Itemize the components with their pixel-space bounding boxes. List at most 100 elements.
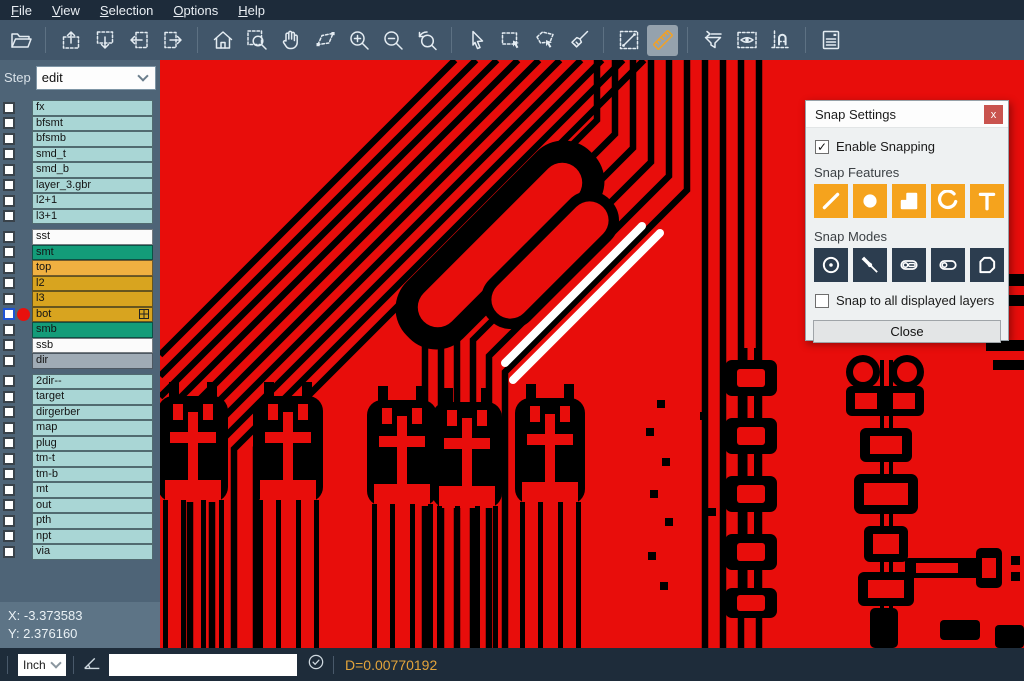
layer-row-out[interactable]: out bbox=[0, 498, 160, 514]
layer-name[interactable]: layer_3.gbr bbox=[32, 178, 153, 194]
layer-visibility-checkbox[interactable] bbox=[3, 262, 15, 274]
layer-name[interactable]: l3+1 bbox=[32, 209, 153, 225]
layer-name[interactable]: smd_t bbox=[32, 147, 153, 163]
snap-feature-circle-button[interactable] bbox=[853, 184, 887, 218]
layer-visibility-checkbox[interactable] bbox=[3, 195, 15, 207]
layer-visibility-checkbox[interactable] bbox=[3, 499, 15, 511]
menu-help[interactable]: Help bbox=[235, 3, 268, 18]
layer-visibility-checkbox[interactable] bbox=[3, 246, 15, 258]
layer-row-l2[interactable]: l2 bbox=[0, 276, 160, 292]
select-polygon-button[interactable] bbox=[529, 25, 560, 56]
layer-row-l2+1[interactable]: l2+1 bbox=[0, 193, 160, 209]
layer-visibility-checkbox[interactable] bbox=[3, 355, 15, 367]
layer-visibility-checkbox[interactable] bbox=[3, 546, 15, 558]
layer-name[interactable]: map bbox=[32, 420, 153, 436]
snap-tool-button[interactable] bbox=[765, 25, 796, 56]
zoom-in-button[interactable] bbox=[343, 25, 374, 56]
layer-visibility-checkbox[interactable] bbox=[3, 530, 15, 542]
layer-row-dir[interactable]: dir bbox=[0, 353, 160, 369]
layer-visibility-checkbox[interactable] bbox=[3, 484, 15, 496]
layer-row-sst[interactable]: sst bbox=[0, 229, 160, 245]
layer-row-l3[interactable]: l3 bbox=[0, 291, 160, 307]
report-list-button[interactable] bbox=[815, 25, 846, 56]
step-select[interactable]: edit bbox=[36, 66, 156, 90]
view-options-button[interactable] bbox=[731, 25, 762, 56]
layer-row-l3+1[interactable]: l3+1 bbox=[0, 209, 160, 225]
zoom-out-button[interactable] bbox=[377, 25, 408, 56]
menu-options[interactable]: Options bbox=[170, 3, 221, 18]
measure-ruler-button[interactable] bbox=[647, 25, 678, 56]
layer-row-layer_3.gbr[interactable]: layer_3.gbr bbox=[0, 178, 160, 194]
layer-visibility-checkbox[interactable] bbox=[3, 391, 15, 403]
layer-name[interactable]: bot bbox=[32, 307, 153, 323]
layer-row-bfsmt[interactable]: bfsmt bbox=[0, 116, 160, 132]
layer-name[interactable]: dirgerber bbox=[32, 405, 153, 421]
layer-visibility-checkbox[interactable] bbox=[3, 117, 15, 129]
unit-select[interactable]: Inch bbox=[18, 654, 66, 676]
layer-name[interactable]: npt bbox=[32, 529, 153, 545]
dialog-close-button[interactable]: x bbox=[984, 105, 1003, 124]
layer-name[interactable]: fx bbox=[32, 100, 153, 116]
zoom-previous-button[interactable] bbox=[411, 25, 442, 56]
apply-check-icon[interactable] bbox=[306, 652, 326, 677]
layer-name[interactable]: pth bbox=[32, 513, 153, 529]
pan-up-button[interactable] bbox=[55, 25, 86, 56]
snap-mode-polygon-button[interactable] bbox=[970, 248, 1004, 282]
menu-selection[interactable]: Selection bbox=[97, 3, 156, 18]
layer-visibility-checkbox[interactable] bbox=[3, 148, 15, 160]
layer-visibility-checkbox[interactable] bbox=[3, 164, 15, 176]
layer-name[interactable]: top bbox=[32, 260, 153, 276]
layer-row-fx[interactable]: fx bbox=[0, 100, 160, 116]
pan-hand-button[interactable] bbox=[275, 25, 306, 56]
snap-feature-line-button[interactable] bbox=[814, 184, 848, 218]
layer-row-smd_b[interactable]: smd_b bbox=[0, 162, 160, 178]
filter-button[interactable] bbox=[697, 25, 728, 56]
select-rectangle-button[interactable] bbox=[495, 25, 526, 56]
layer-row-target[interactable]: target bbox=[0, 389, 160, 405]
snap-feature-text-button[interactable] bbox=[970, 184, 1004, 218]
zoom-home-button[interactable] bbox=[207, 25, 238, 56]
brush-button[interactable] bbox=[563, 25, 594, 56]
snap-mode-slot-filled-button[interactable] bbox=[892, 248, 926, 282]
layer-name[interactable]: bfsmb bbox=[32, 131, 153, 147]
layer-row-npt[interactable]: npt bbox=[0, 529, 160, 545]
layer-name[interactable]: plug bbox=[32, 436, 153, 452]
enable-snapping-checkbox[interactable]: ✓ bbox=[815, 140, 829, 154]
layer-row-top[interactable]: top bbox=[0, 260, 160, 276]
dialog-close-action-button[interactable]: Close bbox=[813, 320, 1001, 343]
layer-name[interactable]: tm-t bbox=[32, 451, 153, 467]
measure-input[interactable] bbox=[109, 654, 297, 676]
layer-name[interactable]: via bbox=[32, 544, 153, 560]
layer-name[interactable]: ssb bbox=[32, 338, 153, 354]
layer-row-mt[interactable]: mt bbox=[0, 482, 160, 498]
menu-view[interactable]: View bbox=[49, 3, 83, 18]
layer-row-2dir--[interactable]: 2dir-- bbox=[0, 374, 160, 390]
layer-name[interactable]: tm-b bbox=[32, 467, 153, 483]
layer-visibility-checkbox[interactable] bbox=[3, 210, 15, 222]
layer-row-via[interactable]: via bbox=[0, 544, 160, 560]
layer-visibility-checkbox[interactable] bbox=[3, 133, 15, 145]
layer-name[interactable]: smb bbox=[32, 322, 153, 338]
layer-name[interactable]: sst bbox=[32, 229, 153, 245]
pan-right-button[interactable] bbox=[157, 25, 188, 56]
layer-visibility-checkbox[interactable] bbox=[3, 375, 15, 387]
layer-name[interactable]: smd_b bbox=[32, 162, 153, 178]
layer-visibility-checkbox[interactable] bbox=[3, 324, 15, 336]
menu-file[interactable]: File bbox=[8, 3, 35, 18]
layer-visibility-checkbox[interactable] bbox=[3, 308, 15, 320]
layer-visibility-checkbox[interactable] bbox=[3, 179, 15, 191]
pan-left-button[interactable] bbox=[123, 25, 154, 56]
layer-visibility-checkbox[interactable] bbox=[3, 437, 15, 449]
snap-mode-line-point-button[interactable] bbox=[853, 248, 887, 282]
layer-name[interactable]: l3 bbox=[32, 291, 153, 307]
layer-row-smd_t[interactable]: smd_t bbox=[0, 147, 160, 163]
zoom-polygon-button[interactable] bbox=[309, 25, 340, 56]
snap-mode-pad-center-button[interactable] bbox=[814, 248, 848, 282]
layer-row-plug[interactable]: plug bbox=[0, 436, 160, 452]
layer-visibility-checkbox[interactable] bbox=[3, 468, 15, 480]
snap-feature-surface-button[interactable] bbox=[892, 184, 926, 218]
layer-visibility-checkbox[interactable] bbox=[3, 231, 15, 243]
layer-row-tm-t[interactable]: tm-t bbox=[0, 451, 160, 467]
pan-down-button[interactable] bbox=[89, 25, 120, 56]
zoom-window-button[interactable] bbox=[241, 25, 272, 56]
